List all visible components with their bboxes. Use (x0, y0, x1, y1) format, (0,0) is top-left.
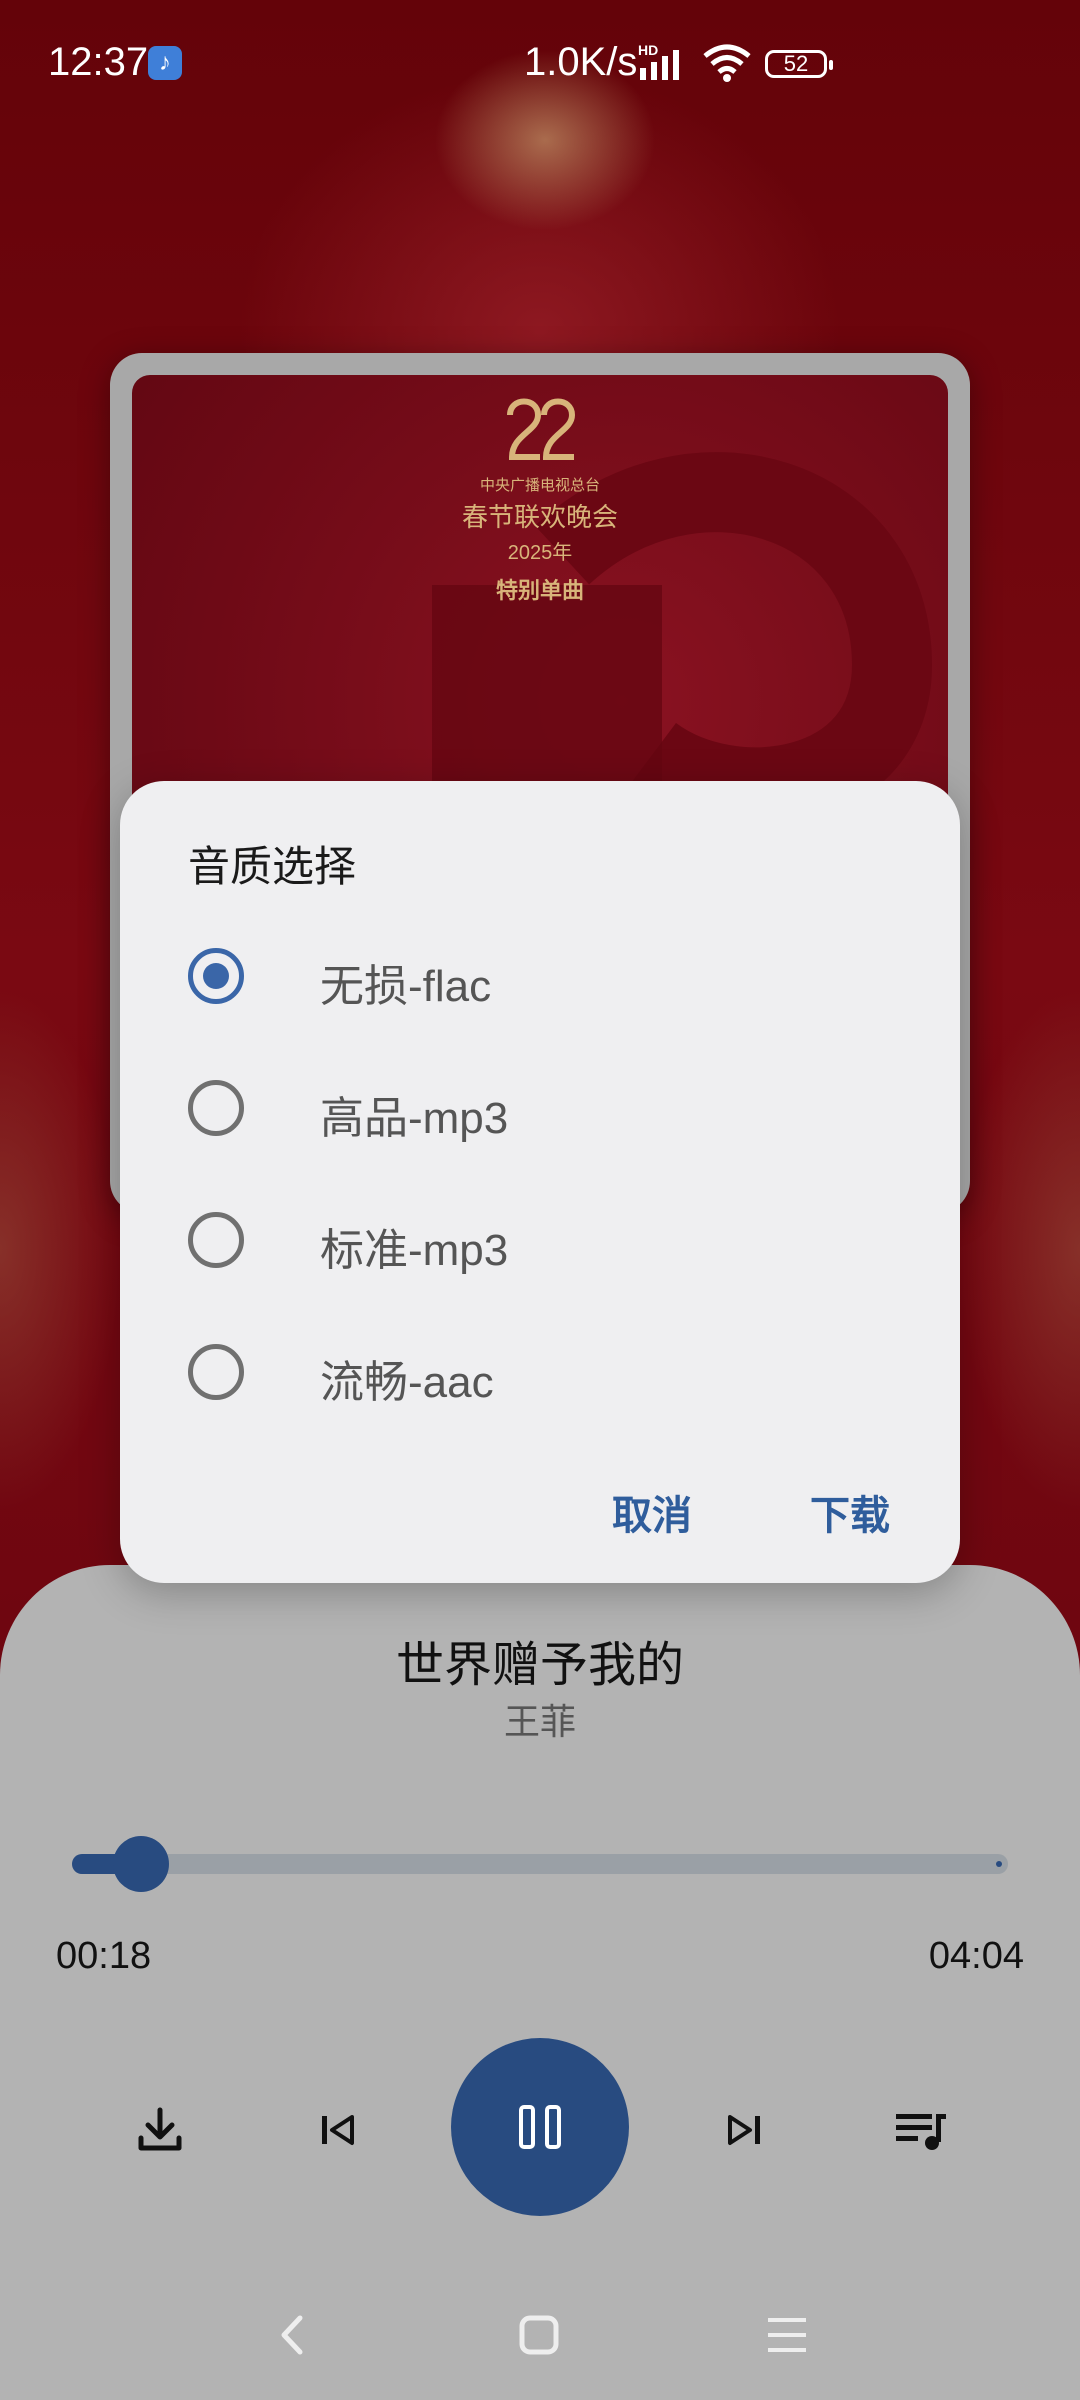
album-logo: 中央广播电视总台 春节联欢晚会 2025年 特别单曲 (132, 395, 948, 605)
music-note-icon: ♪ (148, 46, 182, 80)
previous-button[interactable] (308, 2100, 368, 2160)
status-bar: 12:37 ♪ 1.0K/s HD 52 (0, 0, 1080, 120)
radio-button[interactable] (188, 1212, 244, 1268)
network-speed: 1.0K/s (524, 40, 638, 84)
song-title: 世界赠予我的 (395, 1639, 684, 1692)
player-panel: 世界赠予我的 王菲 00:18 04:04 (0, 1565, 1080, 2400)
progress-slider[interactable] (72, 1836, 1008, 1892)
skip-previous-icon (322, 2115, 354, 2145)
nav-home-button[interactable] (512, 2310, 568, 2360)
skip-next-icon (728, 2115, 760, 2145)
album-logo-tag: 特别单曲 (495, 578, 584, 603)
dialog-title: 音质选择 (188, 843, 357, 890)
playlist-icon (896, 2114, 946, 2150)
wifi-icon (703, 44, 751, 82)
status-time: 12:37 (48, 40, 149, 84)
option-label: 无损-flac (320, 962, 492, 1011)
menu-lines-icon (768, 2318, 806, 2352)
playlist-button[interactable] (890, 2100, 950, 2160)
battery-level: 52 (783, 51, 809, 76)
download-confirm-button[interactable]: 下载 (810, 1483, 890, 1541)
current-time: 00:18 (56, 1935, 152, 1977)
album-logo-subtitle: 中央广播电视总台 (479, 477, 600, 494)
gala-emblem-icon (507, 398, 576, 460)
back-chevron-icon (281, 2315, 303, 2355)
option-label: 标准-mp3 (320, 1226, 509, 1275)
option-standard-mp3[interactable]: 标准-mp3 (188, 1190, 888, 1290)
pause-button[interactable] (451, 2038, 629, 2216)
option-label: 高品-mp3 (320, 1094, 509, 1143)
download-button[interactable] (130, 2100, 190, 2160)
radio-button[interactable] (188, 1344, 244, 1400)
song-artist[interactable]: 王菲 (0, 1693, 1080, 1745)
signal-icon (640, 50, 679, 80)
option-smooth-aac[interactable]: 流畅-aac (188, 1322, 888, 1422)
quality-dialog: 音质选择 无损-flac 高品-mp3 标准-mp3 流畅-aac 取消 下载 (120, 781, 960, 1583)
home-square-icon (519, 2315, 559, 2355)
download-icon (138, 2107, 182, 2151)
cancel-button[interactable]: 取消 (612, 1483, 692, 1541)
album-logo-year: 2025年 (507, 542, 573, 564)
progress-end-dot (996, 1861, 1002, 1867)
radio-button[interactable] (188, 1080, 244, 1136)
option-label: 流畅-aac (320, 1358, 494, 1407)
battery-icon: 52 (765, 50, 833, 78)
option-high-mp3[interactable]: 高品-mp3 (188, 1058, 888, 1158)
pause-icon (519, 2105, 561, 2149)
nav-menu-button[interactable] (758, 2310, 818, 2360)
progress-thumb[interactable] (113, 1836, 170, 1892)
total-time: 04:04 (928, 1935, 1024, 1977)
radio-button[interactable] (188, 948, 244, 1004)
next-button[interactable] (714, 2100, 774, 2160)
album-logo-title: 春节联欢晚会 (461, 502, 618, 532)
nav-back-button[interactable] (262, 2310, 322, 2360)
option-lossless-flac[interactable]: 无损-flac (188, 926, 888, 1026)
